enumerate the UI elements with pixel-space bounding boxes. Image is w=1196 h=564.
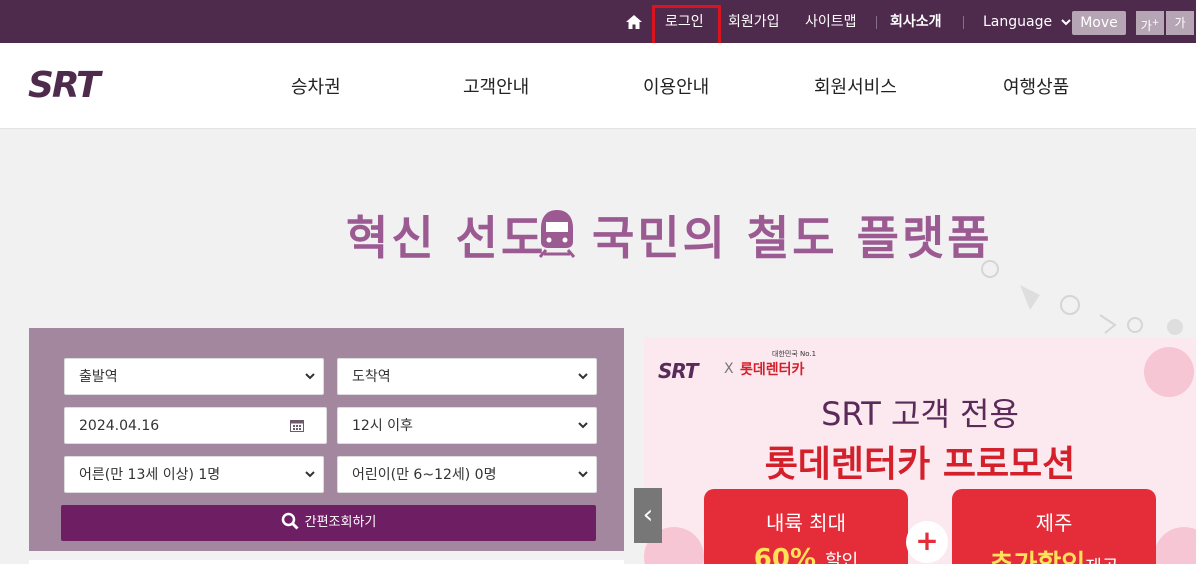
arrival-select[interactable]: 도착역 — [337, 358, 597, 395]
quick-booking-panel: 출발역 도착역 2024.04.16 12시 이후 어른(만 13세 이상) 1… — [29, 328, 624, 551]
nav-member-service[interactable]: 회원서비스 — [814, 73, 897, 99]
promo-brand-tagline: 대한민국 No.1 — [772, 350, 817, 358]
decorative-doodles — [981, 260, 1183, 335]
promo-title: SRT 고객 전용 — [821, 395, 1019, 433]
font-increase-sup: + — [1151, 18, 1160, 28]
chevron-down-icon — [305, 471, 315, 478]
promo-card-jeju-value: 추가할인제공 — [952, 544, 1156, 564]
login-link[interactable]: 로그인 — [665, 0, 704, 43]
promo-srt-logo: SRT — [658, 359, 699, 383]
main-header: SRT 승차권 고객안내 이용안내 회원서비스 여행상품 — [0, 43, 1196, 129]
quick-search-button[interactable]: 간편조회하기 — [61, 505, 596, 541]
plus-icon: + — [906, 521, 948, 563]
divider — [876, 16, 877, 29]
slogan-left: 혁신 선도 — [346, 211, 547, 265]
chevron-left-icon: ‹ — [642, 500, 654, 530]
departure-value: 출발역 — [79, 369, 118, 385]
chevron-down-icon — [305, 373, 315, 380]
time-value: 12시 이후 — [352, 418, 413, 434]
font-increase-button[interactable]: 가+ — [1136, 11, 1164, 35]
promo-card-mainland-label: 내륙 최대 — [766, 511, 846, 535]
divider — [963, 16, 964, 29]
promo-prev-button[interactable]: ‹ — [634, 488, 662, 543]
child-passenger-select[interactable]: 어린이(만 6~12세) 0명 — [337, 456, 597, 493]
nav-ticket[interactable]: 승차권 — [291, 73, 341, 99]
srt-logo[interactable]: SRT — [28, 67, 148, 103]
date-value: 2024.04.16 — [79, 418, 160, 434]
home-icon[interactable] — [626, 15, 642, 29]
departure-select[interactable]: 출발역 — [64, 358, 324, 395]
time-select[interactable]: 12시 이후 — [337, 407, 597, 444]
chevron-down-icon — [578, 373, 588, 380]
promo-x: X — [724, 361, 734, 377]
train-icon — [538, 210, 576, 258]
search-icon — [281, 512, 299, 530]
decorative-flower — [1154, 527, 1196, 564]
calendar-icon[interactable] — [290, 419, 304, 432]
chevron-down-icon — [578, 422, 588, 429]
child-value: 어린이(만 6~12세) 0명 — [352, 467, 497, 483]
promo-banner[interactable]: SRT X 대한민국 No.1 롯데렌터카 SRT 고객 전용 롯데렌터카 프로… — [644, 337, 1196, 564]
promo-card-jeju-suffix: 제공 — [1085, 557, 1118, 564]
chevron-down-icon — [578, 471, 588, 478]
date-input[interactable]: 2024.04.16 — [64, 407, 327, 444]
nav-usage-guide[interactable]: 이용안내 — [643, 73, 709, 99]
promo-card-mainland: 내륙 최대 60% 할인 — [704, 489, 908, 564]
language-select[interactable]: Language — [983, 0, 1071, 43]
adult-value: 어른(만 13세 이상) 1명 — [79, 467, 221, 483]
booking-panel-footer — [29, 560, 624, 564]
language-label: Language — [983, 14, 1053, 30]
promo-card-jeju-label: 제주 — [1035, 511, 1073, 535]
chevron-down-icon — [1060, 18, 1071, 25]
font-default-button[interactable]: 가 — [1166, 11, 1194, 35]
adult-passenger-select[interactable]: 어른(만 13세 이상) 1명 — [64, 456, 324, 493]
arrival-value: 도착역 — [352, 369, 391, 385]
utility-bar: 로그인 회원가입 사이트맵 회사소개 Language Move 가+ 가 — [0, 0, 1196, 47]
promo-headline: 롯데렌터카 프로모션 — [764, 444, 1076, 485]
nav-customer-guide[interactable]: 고객안내 — [463, 73, 529, 99]
sitemap-link[interactable]: 사이트맵 — [805, 0, 857, 43]
svg-text:SRT: SRT — [28, 67, 103, 103]
about-link[interactable]: 회사소개 — [890, 0, 942, 43]
move-button[interactable]: Move — [1072, 11, 1126, 35]
hero-slogan: 혁신 선도 국민의 철도 플랫폼 — [340, 196, 990, 266]
promo-card-mainland-suffix: 할인 — [825, 551, 859, 564]
signup-link[interactable]: 회원가입 — [728, 0, 780, 43]
font-increase-label: 가 — [1140, 19, 1152, 33]
promo-card-jeju: 제주 추가할인제공 — [952, 489, 1156, 564]
promo-card-mainland-value: 60% 할인 — [704, 544, 908, 564]
quick-search-label: 간편조회하기 — [304, 515, 377, 530]
promo-card-jeju-highlight: 추가할인 — [990, 550, 1086, 564]
nav-travel-products[interactable]: 여행상품 — [1003, 73, 1069, 99]
promo-card-mainland-percent: 60% — [753, 544, 817, 564]
promo-brand: 롯데렌터카 — [740, 362, 805, 378]
